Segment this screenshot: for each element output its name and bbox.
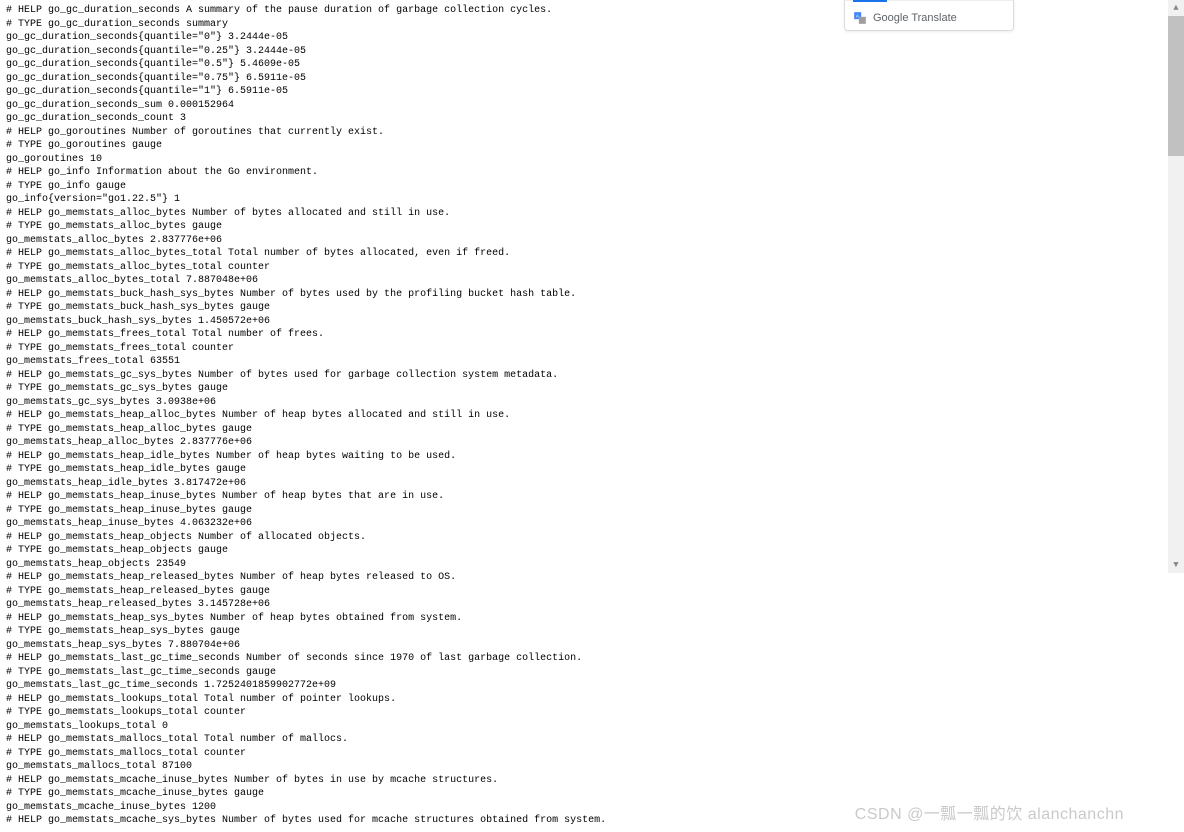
- scroll-down-button[interactable]: ▼: [1168, 557, 1184, 573]
- scroll-up-button[interactable]: ▲: [1168, 0, 1184, 16]
- google-translate-icon: A: [853, 11, 867, 25]
- translate-label: Google Translate: [873, 11, 957, 26]
- google-translate-popup[interactable]: A Google Translate: [844, 0, 1014, 31]
- translate-tab-indicator: [845, 0, 1013, 5]
- metrics-output: # HELP go_gc_duration_seconds A summary …: [0, 0, 1184, 832]
- vertical-scrollbar-track[interactable]: ▲ ▼: [1168, 0, 1184, 573]
- vertical-scrollbar-thumb[interactable]: [1168, 16, 1184, 156]
